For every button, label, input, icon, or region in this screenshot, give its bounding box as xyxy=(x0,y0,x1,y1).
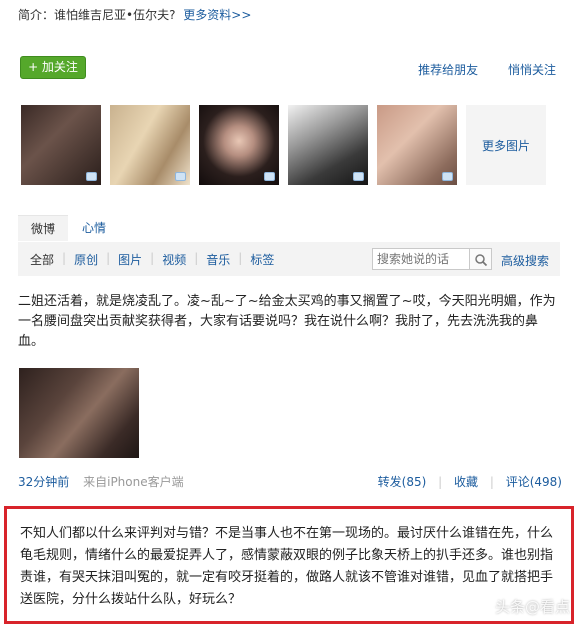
photo-thumbnail[interactable] xyxy=(110,105,190,185)
comment-link[interactable]: 评论(498) xyxy=(506,475,562,489)
filter-list: 全部 | 原创 | 图片 | 视频 | 音乐 | 标签 xyxy=(30,251,274,268)
post-actions: 转发(85) | 收藏 | 评论(498) xyxy=(378,473,562,490)
divider: | xyxy=(194,251,199,265)
more-photos-label: 更多图片 xyxy=(481,138,530,153)
comment-bubble-icon xyxy=(442,172,453,181)
search-input[interactable] xyxy=(372,248,470,270)
divider: | xyxy=(106,251,111,265)
recommend-link[interactable]: 推荐给朋友 xyxy=(418,63,478,77)
divider: | xyxy=(150,251,155,265)
tab-mood[interactable]: 心情 xyxy=(74,215,114,241)
comment-bubble-icon xyxy=(353,172,364,181)
top-actions: 推荐给朋友 悄悄关注 xyxy=(392,61,556,78)
follow-button[interactable]: + 加关注 xyxy=(20,56,86,79)
watermark: 头条@看点 xyxy=(494,598,570,616)
tab-bar: 微博 心情 xyxy=(18,215,560,241)
filter-video[interactable]: 视频 xyxy=(162,251,186,268)
photo-thumbnail[interactable] xyxy=(377,105,457,185)
photo-thumbnail[interactable] xyxy=(21,105,101,185)
filter-tags[interactable]: 标签 xyxy=(250,251,274,268)
tab-weibo[interactable]: 微博 xyxy=(18,215,68,241)
search-icon xyxy=(475,254,488,267)
divider: | xyxy=(489,475,494,489)
comment-bubble-icon xyxy=(86,172,97,181)
photo-gallery: 更多图片 xyxy=(21,105,546,185)
repost-link[interactable]: 转发(85) xyxy=(378,475,427,489)
divider: | xyxy=(238,251,243,265)
search-button[interactable] xyxy=(470,248,492,270)
comment-bubble-icon xyxy=(175,172,186,181)
post-text: 二姐还活着，就是烧凌乱了。凌~乱~了~给金太买鸡的事又搁置了~哎，今天阳光明媚，… xyxy=(18,294,556,349)
photo-thumbnail[interactable] xyxy=(288,105,368,185)
more-info-link[interactable]: 更多资料>> xyxy=(183,8,251,22)
intro-label: 简介：谁怕维吉尼亚•伍尔夫? xyxy=(18,8,176,22)
filter-original[interactable]: 原创 xyxy=(74,251,98,268)
filter-all[interactable]: 全部 xyxy=(30,251,54,268)
post-time[interactable]: 32分钟前 xyxy=(18,475,69,489)
highlighted-comment-box: 不知人们都以什么来评判对与错？不是当事人也不在第一现场的。最讨厌什么谁错在先，什… xyxy=(4,506,574,624)
post-image[interactable] xyxy=(19,368,139,458)
divider: | xyxy=(438,475,443,489)
highlighted-comment-text: 不知人们都以什么来评判对与错？不是当事人也不在第一现场的。最讨厌什么谁错在先，什… xyxy=(20,526,554,607)
post-source: 来自iPhone客户端 xyxy=(83,475,184,489)
photo-thumbnail[interactable] xyxy=(199,105,279,185)
filter-music[interactable]: 音乐 xyxy=(206,251,230,268)
comment-bubble-icon xyxy=(264,172,275,181)
filter-images[interactable]: 图片 xyxy=(118,251,142,268)
quiet-follow-link[interactable]: 悄悄关注 xyxy=(508,63,556,77)
divider: | xyxy=(62,251,67,265)
favorite-link[interactable]: 收藏 xyxy=(454,475,478,489)
post-meta: 32分钟前 来自iPhone客户端 转发(85) | 收藏 | 评论(498) xyxy=(18,473,562,490)
advanced-search-link[interactable]: 高级搜索 xyxy=(501,252,549,269)
filter-bar: 全部 | 原创 | 图片 | 视频 | 音乐 | 标签 高级搜索 xyxy=(18,242,560,276)
profile-intro: 简介：谁怕维吉尼亚•伍尔夫? 更多资料>> xyxy=(18,6,251,23)
more-photos-link[interactable]: 更多图片 xyxy=(466,105,546,185)
